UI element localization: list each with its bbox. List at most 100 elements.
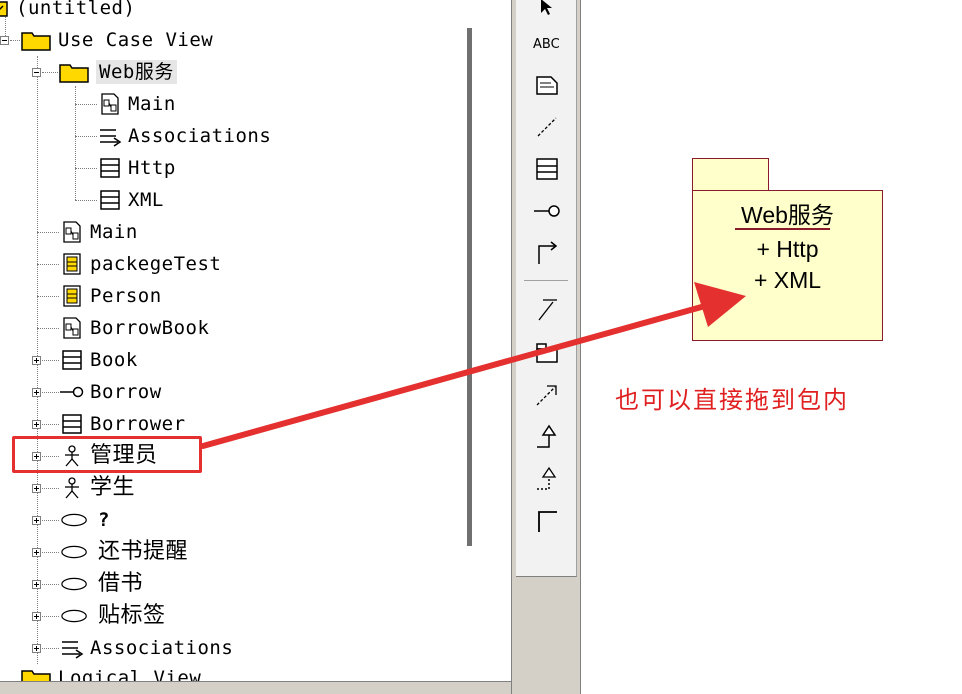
tree-line: [42, 360, 59, 361]
interface-icon: [534, 205, 560, 217]
tool-corner[interactable]: [529, 506, 565, 536]
package-tab[interactable]: [692, 158, 769, 191]
tree-item-label: Main: [90, 221, 138, 243]
tree-item-label: Borrow: [90, 381, 162, 403]
tree-item-student[interactable]: 学生: [60, 474, 135, 502]
tool-text-box[interactable]: ABC: [529, 28, 565, 58]
tree-item-borrowbook[interactable]: BorrowBook: [60, 314, 209, 342]
tree-item-person[interactable]: Person: [60, 282, 162, 310]
tree-item-labeling[interactable]: 贴标签: [60, 602, 166, 630]
tool-unidirectional-association[interactable]: [529, 238, 565, 268]
tool-anchor-note[interactable]: [529, 112, 565, 142]
class-icon: [536, 158, 558, 180]
tree-line: [37, 232, 59, 233]
interaction-diagram-icon: [63, 285, 81, 307]
tree-line: [42, 648, 59, 649]
tree-item-package-http[interactable]: Http: [98, 154, 176, 182]
tree-item-return-reminder[interactable]: 还书提醒: [60, 538, 188, 566]
tree-item-label: Web服务: [96, 60, 177, 84]
tree-item-main[interactable]: Main: [60, 218, 138, 246]
horizontal-scrollbar[interactable]: [0, 682, 511, 694]
tree-item-packegetest[interactable]: packegeTest: [60, 250, 221, 278]
class-diagram-icon: [101, 93, 119, 115]
vertical-scrollbar-thumb[interactable]: [467, 28, 472, 546]
tree-item-borrow[interactable]: Borrow: [60, 378, 162, 406]
dependency-icon: [536, 385, 557, 406]
diagram-canvas[interactable]: [581, 0, 962, 694]
package-web-service[interactable]: Web服务 + Http + XML: [692, 190, 883, 341]
expand-toggle[interactable]: [32, 612, 41, 621]
browser-tree[interactable]: (untitled) Use Case View Web服务 Main Asso…: [0, 0, 455, 694]
tool-association-class[interactable]: [529, 294, 565, 324]
tree-item-label: Main: [128, 93, 176, 115]
anchor-note-icon: [537, 117, 557, 137]
tree-item-associations[interactable]: Associations: [60, 634, 233, 662]
tool-package[interactable]: [529, 338, 565, 368]
association-class-icon: [538, 299, 557, 321]
tool-dependency[interactable]: [529, 380, 565, 410]
expand-toggle[interactable]: [32, 548, 41, 557]
expand-toggle[interactable]: [32, 420, 41, 429]
tree-root[interactable]: (untitled): [0, 0, 135, 22]
use-case-icon: [61, 513, 87, 527]
text-box-icon: ABC: [533, 37, 560, 51]
expand-toggle[interactable]: [32, 516, 41, 525]
tree-item-unnamed-use-case[interactable]: ?: [60, 506, 110, 534]
tree-item-borrower[interactable]: Borrower: [60, 410, 186, 438]
tree-item-package-associations[interactable]: Associations: [98, 122, 271, 150]
tool-generalization[interactable]: [529, 422, 565, 452]
expand-toggle[interactable]: [32, 388, 41, 397]
tree-line: [10, 40, 20, 41]
tool-class[interactable]: [529, 154, 565, 184]
class-icon: [100, 158, 120, 178]
tree-line: [37, 264, 59, 265]
tree-item-package-xml[interactable]: XML: [98, 186, 164, 214]
interface-icon: [60, 386, 84, 398]
expand-toggle[interactable]: [32, 580, 41, 589]
tree-item-label: packegeTest: [90, 253, 222, 275]
use-case-icon: [61, 545, 87, 559]
generalization-icon: [537, 424, 557, 448]
tool-selector[interactable]: [529, 0, 565, 22]
tree-item-label: Associations: [128, 125, 272, 147]
tree-line: [75, 168, 97, 169]
expand-toggle[interactable]: [32, 484, 41, 493]
tree-item-book[interactable]: Book: [60, 346, 138, 374]
package-member: + XML: [753, 267, 822, 293]
svg-text:ABC: ABC: [533, 37, 560, 51]
tree-line: [42, 392, 59, 393]
class-icon: [62, 350, 82, 370]
tool-interface[interactable]: [529, 196, 565, 226]
tree-line: [42, 424, 59, 425]
tree-item-borrow-book[interactable]: 借书: [60, 570, 143, 598]
collapse-toggle[interactable]: [32, 68, 41, 77]
annotation-text: 也可以直接拖到包内: [615, 386, 849, 414]
diagram-toolbox: ABC: [511, 0, 581, 694]
note-icon: [536, 76, 558, 95]
package-name-underline: [735, 228, 830, 230]
associations-icon: [100, 129, 122, 147]
tree-item-label: Http: [128, 157, 176, 179]
tree-item-label: BorrowBook: [90, 317, 210, 339]
tool-note[interactable]: [529, 70, 565, 100]
class-icon: [62, 414, 82, 434]
toolbox-separator: [524, 280, 568, 281]
package-member: + Http: [756, 236, 819, 262]
highlight-box: [12, 436, 202, 473]
tree-item-label: 还书提醒: [98, 539, 189, 564]
tree-root-label: (untitled): [16, 0, 136, 19]
tree-item-package[interactable]: Web服务: [58, 58, 177, 86]
expand-toggle[interactable]: [32, 644, 41, 653]
expand-toggle[interactable]: [32, 356, 41, 365]
collapse-toggle[interactable]: [0, 36, 9, 45]
class-diagram-icon: [63, 221, 81, 243]
class-icon: [100, 190, 120, 210]
tree-item-label: Associations: [90, 637, 234, 659]
toolbox-panel: ABC: [516, 0, 577, 577]
tree-line: [37, 328, 59, 329]
interaction-diagram-icon: [63, 253, 81, 275]
tree-item-package-main[interactable]: Main: [98, 90, 176, 118]
tool-realize[interactable]: [529, 464, 565, 494]
tree-item-use-case-view[interactable]: Use Case View: [20, 26, 213, 54]
folder-icon: [21, 32, 51, 51]
